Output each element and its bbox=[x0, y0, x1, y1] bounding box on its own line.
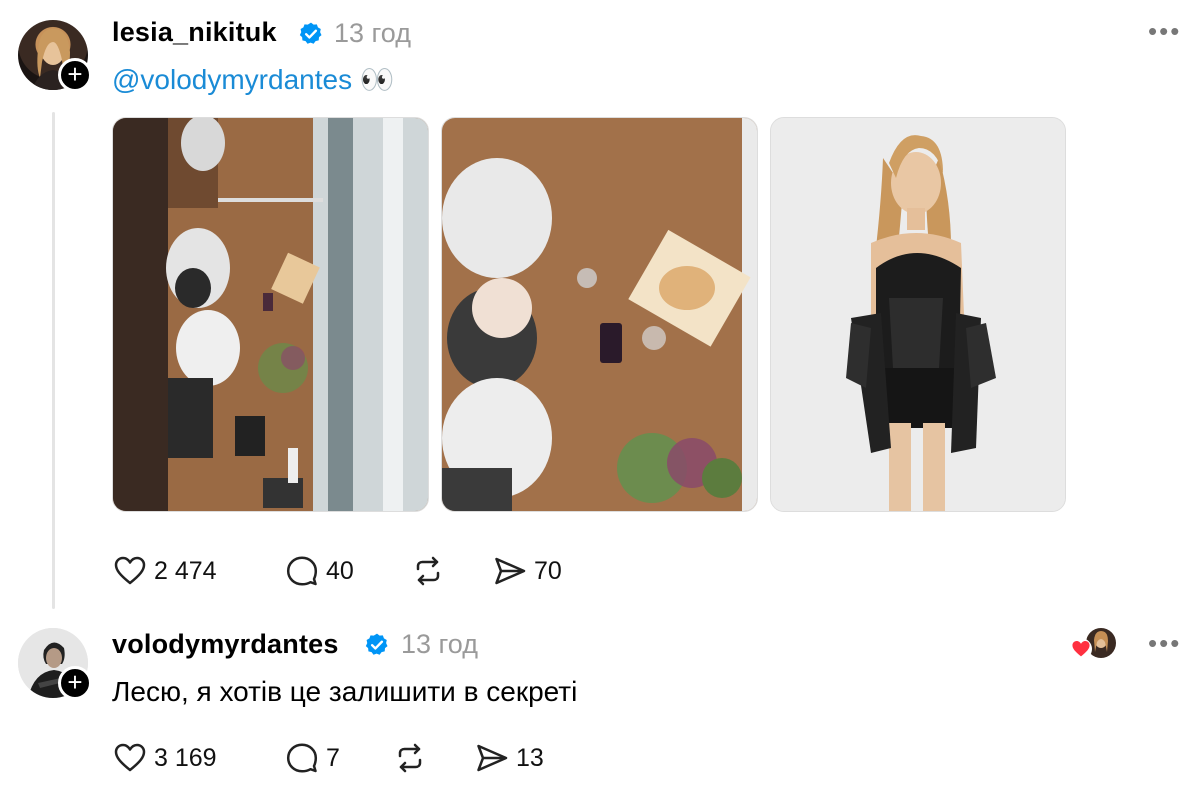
heart-icon bbox=[1070, 638, 1092, 660]
comment-count: 40 bbox=[326, 556, 354, 585]
share-count: 13 bbox=[516, 743, 544, 772]
like-button[interactable]: 2 474 bbox=[112, 551, 217, 591]
comment-button[interactable]: 40 bbox=[284, 551, 354, 591]
reply-text: Лесю, я хотів це залишити в секреті bbox=[112, 676, 578, 707]
repost-icon bbox=[416, 556, 440, 586]
post-username[interactable]: lesia_nikituk bbox=[112, 17, 277, 48]
follow-plus-icon[interactable]: + bbox=[58, 58, 92, 92]
heart-icon bbox=[114, 743, 146, 772]
more-icon[interactable]: ••• bbox=[1148, 16, 1181, 47]
repost-button[interactable] bbox=[410, 551, 446, 591]
mention-link[interactable]: @volodymyrdantes bbox=[112, 64, 352, 95]
reply-timestamp: 13 год bbox=[401, 629, 478, 659]
comment-icon bbox=[286, 556, 318, 586]
share-button[interactable]: 13 bbox=[474, 738, 544, 778]
repost-button[interactable] bbox=[392, 738, 428, 778]
like-button[interactable]: 3 169 bbox=[112, 738, 217, 778]
heart-icon bbox=[114, 556, 146, 585]
reply-actions: 3 169 7 13 bbox=[112, 738, 612, 778]
post-timestamp: 13 год bbox=[334, 18, 411, 48]
verified-icon bbox=[365, 633, 388, 655]
eyes-emoji: 👀 bbox=[359, 64, 395, 95]
photo-overhead-table-1[interactable] bbox=[112, 117, 429, 512]
post-text: @volodymyrdantes 👀 bbox=[112, 63, 395, 96]
like-count: 3 169 bbox=[154, 743, 217, 772]
liked-by-author-badge bbox=[1070, 628, 1118, 660]
more-icon[interactable]: ••• bbox=[1148, 628, 1181, 659]
verified-icon bbox=[299, 22, 322, 44]
comment-button[interactable]: 7 bbox=[284, 738, 340, 778]
share-icon bbox=[477, 744, 508, 772]
share-button[interactable]: 70 bbox=[492, 551, 562, 591]
repost-icon bbox=[398, 743, 422, 773]
photo-woman-black-corset[interactable] bbox=[770, 117, 1066, 512]
comment-count: 7 bbox=[326, 743, 340, 772]
comment-icon bbox=[286, 743, 318, 773]
share-count: 70 bbox=[534, 556, 562, 585]
like-count: 2 474 bbox=[154, 556, 217, 585]
follow-plus-icon[interactable]: + bbox=[58, 666, 92, 700]
share-icon bbox=[495, 557, 526, 585]
post-actions: 2 474 40 70 bbox=[112, 551, 612, 591]
thread-connector-line bbox=[52, 112, 55, 609]
reply-username[interactable]: volodymyrdantes bbox=[112, 629, 339, 660]
photo-overhead-table-2[interactable] bbox=[441, 117, 758, 512]
